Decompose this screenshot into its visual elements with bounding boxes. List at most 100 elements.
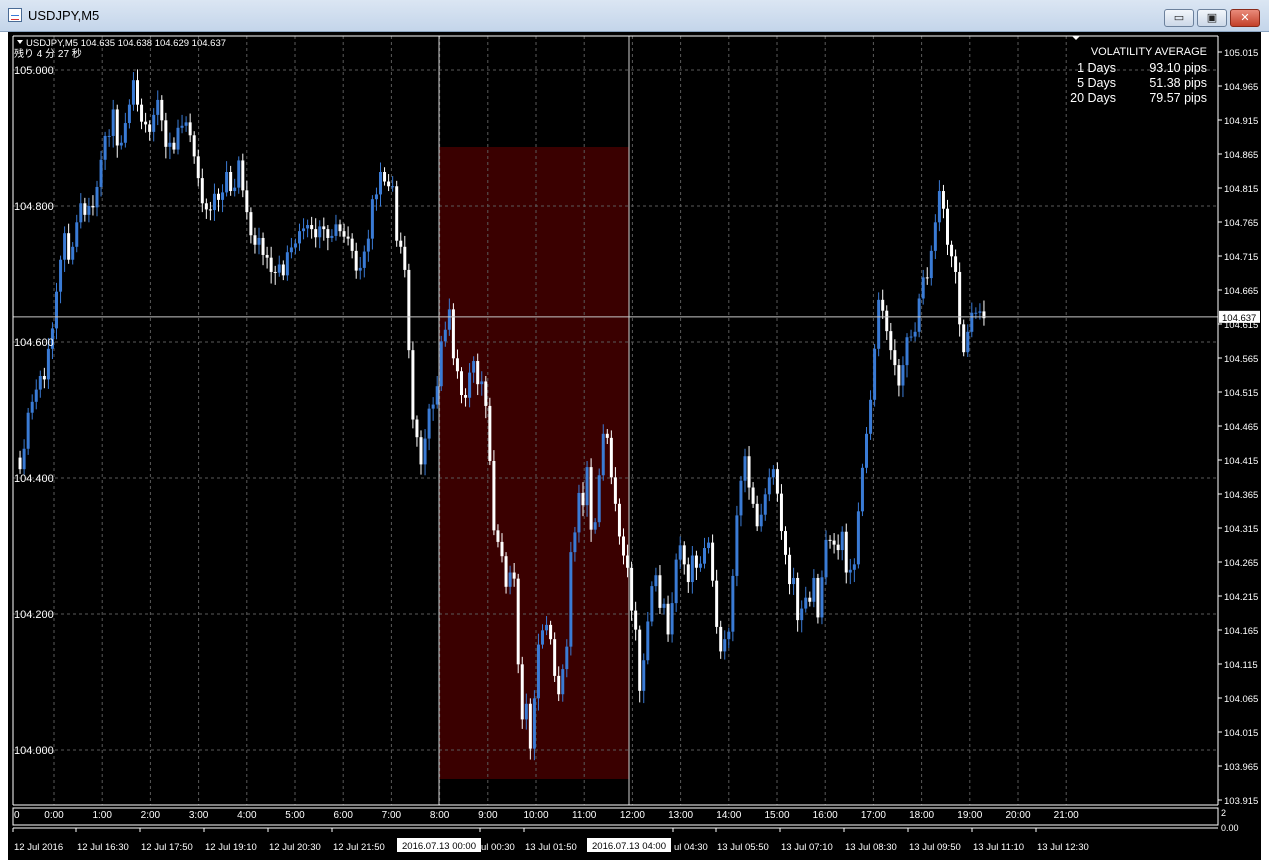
- candle-body: [298, 231, 301, 244]
- candle-body: [759, 514, 763, 527]
- candle-body: [184, 122, 188, 126]
- candle-body: [358, 267, 362, 271]
- time-label: 7:00: [382, 810, 402, 821]
- date-label: 13 Jul 05:50: [717, 842, 769, 853]
- candle-body: [860, 467, 864, 512]
- date-label: 12 Jul 19:10: [205, 842, 257, 853]
- candle-body: [111, 109, 115, 136]
- candle-body: [844, 531, 848, 573]
- left-price-label: 105.000: [14, 65, 54, 77]
- time-label: 0: [14, 810, 20, 821]
- candle-body: [318, 226, 322, 238]
- candle-body: [123, 123, 127, 143]
- candle-body: [970, 312, 974, 332]
- price-tick-label: 104.315: [1224, 524, 1258, 535]
- candle-body: [366, 238, 370, 252]
- candle-body: [735, 515, 739, 576]
- candle-body: [34, 389, 38, 402]
- candle-body: [71, 246, 75, 260]
- header-chevron-icon: [17, 40, 23, 44]
- candle-body: [763, 494, 767, 515]
- candle-body: [302, 228, 306, 232]
- volatility-period: 1 Days: [1077, 61, 1116, 75]
- candle-body: [391, 186, 395, 188]
- candle-body: [929, 250, 933, 279]
- candle-body: [804, 597, 808, 609]
- candle-body: [95, 186, 99, 208]
- candle-body: [739, 480, 743, 516]
- candle-body: [954, 256, 958, 272]
- candle-body: [79, 203, 83, 223]
- candle-body: [792, 577, 796, 585]
- volatility-period: 5 Days: [1077, 76, 1116, 90]
- candle-body: [913, 331, 917, 337]
- candle-body: [589, 467, 593, 530]
- price-chart[interactable]: 105.015 104.965 104.915 104.865 104.815 104.7…: [8, 32, 1261, 860]
- time-label: 0:00: [44, 810, 64, 821]
- candle-body: [917, 298, 921, 332]
- candle-body: [38, 376, 42, 390]
- candle-body: [690, 555, 694, 583]
- candle-body: [26, 412, 30, 449]
- candle-body: [889, 331, 893, 351]
- candle-body: [427, 408, 431, 439]
- candle-body: [472, 361, 476, 373]
- candle-body: [856, 511, 860, 565]
- candle-body: [127, 104, 131, 124]
- date-label: 13 Jul 12:30: [1037, 842, 1089, 853]
- maximize-button[interactable]: ▣: [1197, 9, 1227, 27]
- chart-area[interactable]: 105.015 104.965 104.915 104.865 104.815 104.7…: [8, 32, 1261, 860]
- candle-body: [885, 310, 889, 332]
- candle-body: [512, 572, 516, 579]
- candle-body: [812, 577, 816, 602]
- candle-body: [314, 229, 318, 238]
- time-label: 16:00: [813, 810, 838, 821]
- candle-body: [877, 299, 881, 349]
- candle-body: [188, 122, 192, 136]
- volatility-value: 51.38 pips: [1149, 76, 1207, 90]
- candle-body: [237, 160, 241, 188]
- candle-body: [245, 190, 249, 213]
- candle-body: [747, 456, 751, 488]
- candle-body: [346, 236, 350, 239]
- price-tick-label: 104.965: [1224, 82, 1258, 93]
- candle-body: [719, 626, 723, 652]
- time-label: 2:00: [141, 810, 161, 821]
- left-price-label: 104.800: [14, 201, 54, 213]
- candle-body: [593, 522, 597, 530]
- candle-body: [775, 469, 779, 494]
- candle-body: [796, 577, 800, 621]
- candle-body: [362, 251, 366, 268]
- minimize-button[interactable]: ▭: [1164, 9, 1194, 27]
- date-label: 13 Jul 09:50: [909, 842, 961, 853]
- candle-body: [508, 572, 512, 587]
- candle-body: [650, 586, 654, 622]
- candle-body: [395, 186, 399, 241]
- time-label: 6:00: [333, 810, 353, 821]
- candle-body: [577, 492, 581, 533]
- close-button[interactable]: ✕: [1230, 9, 1260, 27]
- candle-body: [642, 660, 646, 691]
- candle-body: [476, 361, 480, 385]
- candle-body: [265, 254, 269, 258]
- time-label: 4:00: [237, 810, 257, 821]
- candle-body: [370, 199, 374, 239]
- candle-body: [581, 492, 585, 506]
- candle-body: [905, 337, 909, 366]
- candle-body: [180, 125, 184, 128]
- candle-body: [816, 577, 820, 618]
- date-label: 13 Jul 11:10: [973, 842, 1024, 853]
- price-tick-label: 104.765: [1224, 218, 1258, 229]
- candle-body: [605, 433, 609, 438]
- candle-body: [293, 243, 297, 248]
- candle-body: [711, 542, 715, 581]
- candle-body: [674, 559, 678, 604]
- price-tick-label: 104.165: [1224, 626, 1258, 637]
- price-tick-label: 104.065: [1224, 694, 1258, 705]
- cursor-date-label: 2016.07.13 00:00: [402, 841, 476, 852]
- date-label: 12 Jul 17:50: [141, 842, 193, 853]
- date-label: ul 00:30: [481, 842, 515, 853]
- candle-body: [277, 264, 281, 273]
- candle-body: [715, 580, 719, 627]
- candle-body: [496, 530, 500, 542]
